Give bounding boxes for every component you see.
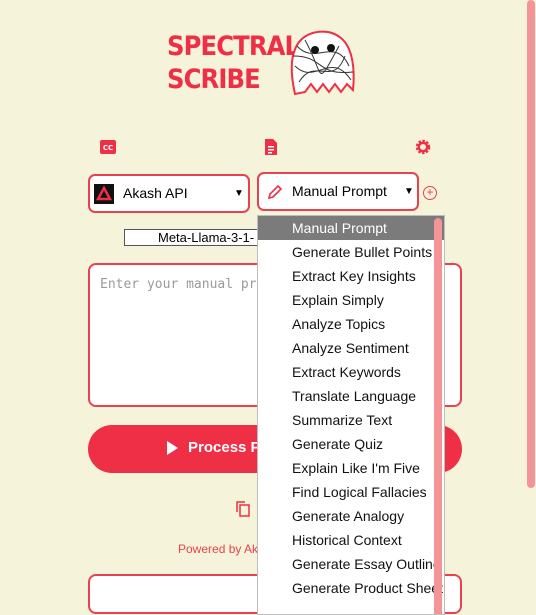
page-scrollbar[interactable]: [527, 0, 535, 488]
play-icon: [167, 441, 178, 455]
dropdown-option[interactable]: Generate Quiz: [258, 432, 444, 456]
dropdown-option[interactable]: Explain Like I'm Five: [258, 456, 444, 480]
ghost-logo-icon: [290, 30, 355, 96]
dropdown-option[interactable]: Generate Essay Outline: [258, 552, 444, 576]
prompt-dropdown-list[interactable]: Manual Prompt Generate Bullet Points Ext…: [257, 215, 445, 615]
dropdown-option[interactable]: Generate Product Sheet: [258, 576, 444, 600]
logo-line-2: SCRIBE: [167, 64, 261, 95]
dropdown-option[interactable]: Generate Analogy: [258, 504, 444, 528]
dropdown-option[interactable]: Translate Language: [258, 384, 444, 408]
dropdown-scrollbar[interactable]: [434, 218, 442, 614]
add-prompt-icon[interactable]: +: [423, 186, 437, 200]
dropdown-option[interactable]: Analyze Sentiment: [258, 336, 444, 360]
document-icon[interactable]: [263, 139, 279, 155]
dropdown-option[interactable]: Manual Prompt: [258, 216, 444, 240]
prompt-select-value: Manual Prompt: [292, 183, 387, 199]
dropdown-option[interactable]: Extract Key Insights: [258, 264, 444, 288]
dropdown-option[interactable]: Extract Keywords: [258, 360, 444, 384]
akash-logo-icon: [94, 184, 114, 204]
model-select[interactable]: Meta-Llama-3-1-: [124, 229, 258, 246]
closed-captions-icon[interactable]: CC: [100, 139, 116, 155]
dropdown-option[interactable]: Historical Context: [258, 528, 444, 552]
api-select-value: Akash API: [123, 185, 188, 201]
settings-gear-icon[interactable]: [415, 139, 431, 155]
model-value: Meta-Llama-3-1-: [158, 230, 255, 245]
svg-text:CC: CC: [103, 144, 113, 152]
logo-wordmark: SPECTRAL SCRIBE: [167, 30, 300, 96]
dropdown-option[interactable]: Analyze Topics: [258, 312, 444, 336]
dropdown-option[interactable]: Generate Bullet Points: [258, 240, 444, 264]
dropdown-option[interactable]: Find Logical Fallacies: [258, 480, 444, 504]
dropdown-option[interactable]: Summarize Text: [258, 408, 444, 432]
api-select[interactable]: Akash API ▼: [88, 174, 250, 213]
dropdown-option[interactable]: Explain Simply: [258, 288, 444, 312]
chevron-down-icon: ▼: [404, 186, 414, 197]
copy-icon[interactable]: [236, 501, 250, 517]
chevron-down-icon: ▼: [234, 188, 244, 199]
pencil-icon: [267, 184, 283, 200]
logo-line-1: SPECTRAL: [167, 31, 300, 62]
prompt-select[interactable]: Manual Prompt ▼: [257, 172, 419, 211]
